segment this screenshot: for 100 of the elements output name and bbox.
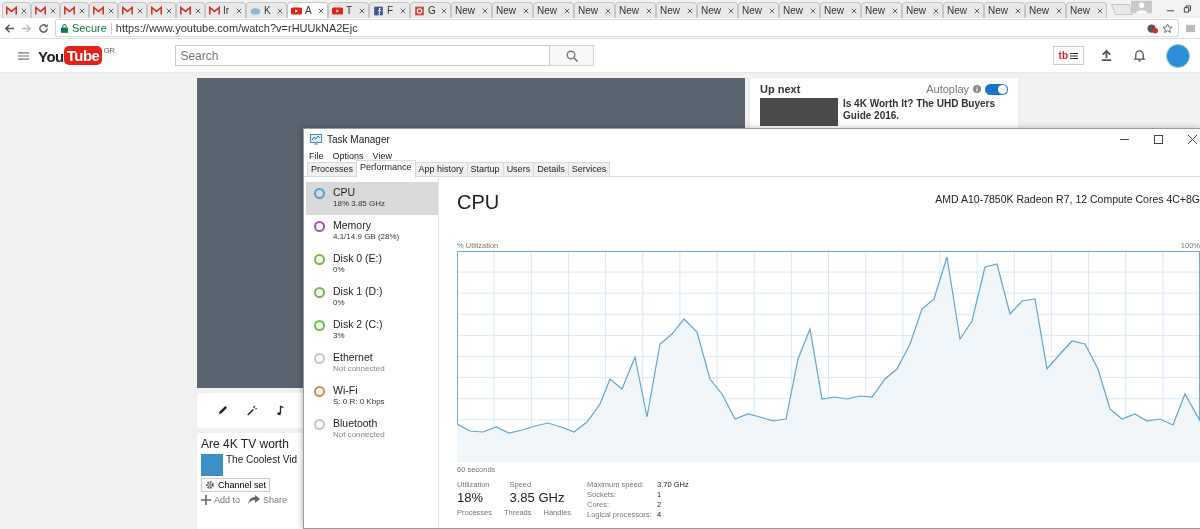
browser-tab[interactable] xyxy=(2,2,31,18)
close-icon[interactable] xyxy=(236,7,242,14)
close-icon[interactable] xyxy=(1188,134,1197,144)
resource-item[interactable]: CPU 18% 3.85 GHz xyxy=(306,182,438,215)
music-note-icon[interactable] xyxy=(275,405,286,416)
browser-tab[interactable]: New xyxy=(861,2,902,18)
menu-item[interactable]: File xyxy=(309,150,324,161)
close-icon[interactable] xyxy=(605,7,611,14)
search-button[interactable] xyxy=(550,45,595,66)
browser-tab[interactable] xyxy=(60,2,89,18)
browser-tab[interactable]: T xyxy=(328,2,369,18)
tab[interactable]: Startup xyxy=(466,162,504,176)
close-icon[interactable] xyxy=(277,7,283,14)
magic-wand-icon[interactable] xyxy=(246,405,257,416)
close-icon[interactable] xyxy=(974,7,980,14)
close-icon[interactable] xyxy=(1056,7,1062,14)
tab[interactable]: Users xyxy=(502,162,535,176)
close-icon[interactable] xyxy=(892,7,898,14)
browser-tab[interactable] xyxy=(118,2,147,18)
close-icon[interactable] xyxy=(50,7,56,14)
close-icon[interactable] xyxy=(728,7,734,14)
info-icon[interactable] xyxy=(973,85,981,93)
extension-icon[interactable] xyxy=(1147,22,1158,34)
browser-tab[interactable]: K xyxy=(246,2,287,18)
close-icon[interactable] xyxy=(195,7,201,14)
restore-icon[interactable] xyxy=(1183,4,1192,14)
browser-tab[interactable]: New xyxy=(1025,2,1066,18)
extension-button[interactable]: tb xyxy=(1052,46,1084,65)
tab[interactable]: Details xyxy=(533,162,569,176)
avatar[interactable] xyxy=(1166,43,1190,68)
browser-tab[interactable] xyxy=(147,2,176,18)
browser-tab[interactable]: New xyxy=(451,2,492,18)
close-icon[interactable] xyxy=(108,7,114,14)
close-icon[interactable] xyxy=(933,7,939,14)
browser-tab[interactable]: New xyxy=(820,2,861,18)
close-icon[interactable] xyxy=(79,7,85,14)
close-icon[interactable] xyxy=(441,7,447,14)
close-icon[interactable] xyxy=(523,7,529,14)
browser-tab[interactable]: New xyxy=(697,2,738,18)
browser-tab[interactable]: A xyxy=(287,2,328,18)
browser-tab[interactable]: F xyxy=(369,2,410,18)
resource-item[interactable]: Memory 4.1/14.9 GB (28%) xyxy=(306,215,438,248)
close-icon[interactable] xyxy=(482,7,488,14)
resource-item[interactable]: Disk 2 (C:) 3% xyxy=(306,314,438,347)
tab[interactable]: Services xyxy=(567,162,611,176)
browser-tab[interactable] xyxy=(31,2,60,18)
video-title[interactable]: Is 4K Worth It? The UHD Buyers Guide 2016. xyxy=(843,98,1008,126)
url-text[interactable]: https://www.youtube.com/watch?v=rHUUkNA2Ejc xyxy=(115,22,358,34)
browser-tab[interactable]: New xyxy=(779,2,820,18)
bell-icon[interactable] xyxy=(1133,49,1146,62)
browser-tab[interactable]: New xyxy=(574,2,615,18)
menu-icon[interactable] xyxy=(18,50,29,61)
search-field[interactable]: Search xyxy=(175,45,551,66)
browser-tab[interactable]: New xyxy=(656,2,697,18)
resource-item[interactable]: Disk 1 (D:) 0% xyxy=(306,281,438,314)
browser-tab[interactable]: New xyxy=(738,2,779,18)
browser-tab[interactable]: Ir xyxy=(205,2,246,18)
resource-item[interactable]: Ethernet Not connected xyxy=(306,347,438,380)
close-icon[interactable] xyxy=(166,7,172,14)
browser-tab[interactable]: G xyxy=(410,2,451,18)
action-button[interactable]: Add to xyxy=(201,495,241,505)
autoplay-toggle[interactable] xyxy=(985,83,1008,95)
close-icon[interactable] xyxy=(1015,7,1021,14)
menu-item[interactable]: Options xyxy=(332,150,364,161)
channel-thumbnail[interactable] xyxy=(201,454,223,476)
maximize-icon[interactable] xyxy=(1154,134,1163,144)
close-icon[interactable] xyxy=(687,7,693,14)
pencil-icon[interactable] xyxy=(217,405,228,416)
back-icon[interactable] xyxy=(4,22,15,34)
browser-tab[interactable]: New xyxy=(902,2,943,18)
close-icon[interactable] xyxy=(400,7,406,14)
close-icon[interactable] xyxy=(21,7,27,14)
reload-icon[interactable] xyxy=(38,22,49,34)
close-icon[interactable] xyxy=(137,7,143,14)
browser-tab[interactable]: New xyxy=(1066,2,1107,18)
resource-item[interactable]: Bluetooth Not connected xyxy=(306,413,438,446)
close-icon[interactable] xyxy=(646,7,652,14)
resource-item[interactable]: Disk 0 (E:) 0% xyxy=(306,248,438,281)
close-icon[interactable] xyxy=(810,7,816,14)
menu-item[interactable]: View xyxy=(372,150,392,161)
close-icon[interactable] xyxy=(318,7,324,14)
browser-tab[interactable]: New xyxy=(533,2,574,18)
close-icon[interactable] xyxy=(851,7,857,14)
upload-icon[interactable] xyxy=(1100,49,1113,62)
browser-tab[interactable] xyxy=(176,2,205,18)
address-bar[interactable]: Secure https://www.youtube.com/watch?v=rHUUkNA2Ejc xyxy=(55,19,1179,37)
channel-name[interactable]: The Coolest Vid xyxy=(226,454,297,466)
close-icon[interactable] xyxy=(1097,7,1103,14)
browser-tab[interactable]: New xyxy=(984,2,1025,18)
channel-settings-button[interactable]: Channel set xyxy=(201,478,271,492)
browser-tab[interactable]: New xyxy=(615,2,656,18)
action-button[interactable]: Share xyxy=(248,495,288,505)
resource-item[interactable]: Wi-Fi S: 0 R: 0 Kbps xyxy=(306,380,438,413)
tab[interactable]: Processes xyxy=(307,162,358,176)
video-thumbnail-placeholder[interactable] xyxy=(760,98,838,126)
tab[interactable]: App history xyxy=(414,162,468,176)
browser-tab[interactable]: New xyxy=(492,2,533,18)
browser-tab[interactable]: New xyxy=(943,2,984,18)
star-icon[interactable] xyxy=(1162,22,1173,34)
close-icon[interactable] xyxy=(564,7,570,14)
